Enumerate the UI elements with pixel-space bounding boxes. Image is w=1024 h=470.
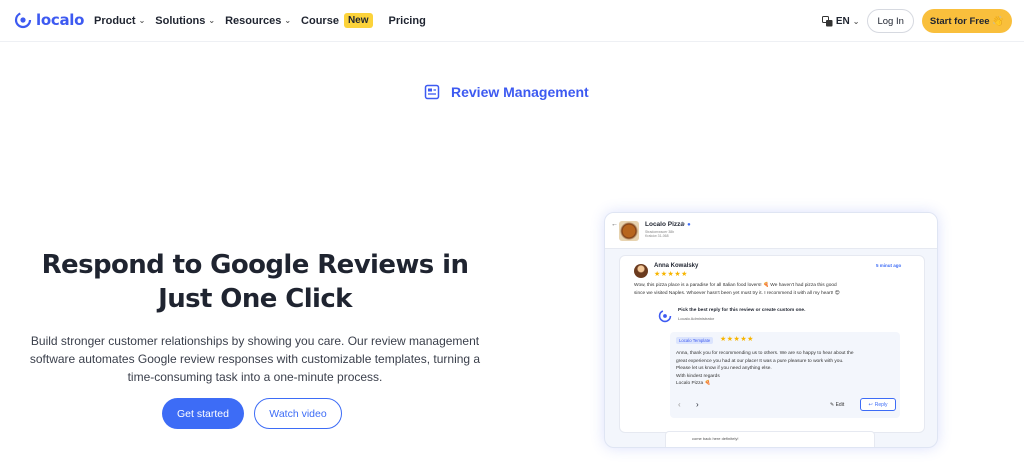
template-stars: ★★★★★ (720, 336, 754, 343)
menu-item-solutions[interactable]: Solutions ⌄ (155, 13, 215, 28)
template-line-3: Please let us know if you need anything … (676, 366, 772, 372)
hero-title-line-1: Respond to Google Reviews in (41, 250, 469, 280)
login-button[interactable]: Log In (867, 9, 914, 33)
hero-title-line-2: Just One Click (158, 284, 352, 314)
new-badge: New (343, 13, 373, 28)
review-time: 5 minut ago (876, 263, 902, 268)
review-text-line-1: Wow, this pizza place is a paradise for … (634, 283, 837, 288)
watch-video-button[interactable]: Watch video (254, 398, 342, 429)
localo-assistant-icon (658, 309, 672, 323)
back-arrow-icon: ← (611, 221, 618, 228)
reviewer-avatar (634, 264, 648, 278)
template-line-2: great experience you had at our place! I… (676, 358, 844, 364)
review-stars: ★★★★★ (654, 271, 688, 278)
hero-title: Respond to Google Reviews in Just One Cl… (20, 248, 490, 316)
reply-arrow-icon: ↩ (868, 401, 873, 408)
menu-item-label: Resources (225, 14, 282, 27)
business-name: Localo Pizza (645, 221, 685, 228)
edit-label: Edit (835, 402, 845, 408)
language-label: EN (835, 15, 850, 27)
menu-item-resources[interactable]: Resources ⌄ (225, 13, 291, 28)
review-text-line-2: since we visited Naples. Whoever hasn't … (634, 291, 840, 296)
section-label-text: Review Management (451, 84, 589, 100)
business-status-icons: ⚙ ● (680, 221, 691, 228)
main-menu: Product ⌄ Solutions ⌄ Resources ⌄ Course… (94, 13, 436, 28)
business-address-line-2: Kraków 31-068 (645, 234, 669, 238)
template-line-4: With kindest regards (676, 373, 720, 379)
mockup-business-header: ← Localo Pizza Stradomwscer 38b Kraków 3… (605, 213, 937, 249)
hero-subtitle: Build stronger customer relationships by… (20, 332, 490, 386)
menu-item-product[interactable]: Product ⌄ (94, 13, 145, 28)
next-review-card: come back here definitely! (665, 431, 875, 447)
template-line-1: Anna, thank you for recommending us to o… (676, 351, 854, 356)
previous-template-icon[interactable]: ‹ (678, 400, 681, 409)
section-label: Review Management (424, 84, 589, 100)
chevron-down-icon: ⌄ (138, 16, 146, 25)
localo-logo[interactable]: localo (14, 11, 84, 29)
localo-logo-icon (14, 11, 32, 29)
menu-item-pricing[interactable]: Pricing (389, 13, 426, 28)
chevron-down-icon: ⌄ (208, 16, 216, 25)
top-navigation: localo Product ⌄ Solutions ⌄ Resources ⌄… (0, 0, 1024, 42)
verified-icon: ● (687, 222, 691, 228)
review-app-mockup: ← Localo Pizza Stradomwscer 38b Kraków 3… (604, 212, 938, 448)
pencil-icon: ✎ (830, 402, 835, 408)
pick-reply-subtitle: Localo Administrator (678, 316, 715, 321)
menu-item-label: Product (94, 14, 136, 27)
review-card: Anna Kowalsky ★★★★★ 5 minut ago Wow, thi… (619, 255, 925, 433)
menu-item-course[interactable]: Course New (301, 13, 373, 28)
nav-actions: EN ⌄ Log In Start for Free 👋 (821, 9, 1012, 33)
review-text: Wow, this pizza place is a paradise for … (634, 282, 914, 298)
template-text: Anna, thank you for recommending us to o… (676, 350, 896, 388)
settings-icon: ⚙ (680, 222, 686, 228)
logo-text: localo (36, 11, 85, 29)
start-for-free-button[interactable]: Start for Free 👋 (921, 9, 1012, 33)
template-badge: Localo Template (676, 337, 714, 344)
reviewer-name: Anna Kowalsky (654, 263, 699, 269)
translate-icon (821, 15, 833, 26)
edit-template-button[interactable]: ✎ Edit (830, 402, 844, 408)
hero-subtitle-line-1: Build stronger customer relationships by… (30, 334, 480, 348)
document-list-icon (424, 84, 440, 100)
reply-button[interactable]: ↩ Reply (860, 398, 896, 411)
menu-item-label: Course (301, 14, 339, 27)
chevron-down-icon: ⌄ (852, 16, 860, 26)
reply-template: Localo Template ★★★★★ Anna, thank you fo… (670, 332, 900, 418)
hero-subtitle-line-2: software automates Google review respons… (29, 352, 481, 366)
hero-subtitle-line-3: time-consuming task into a one-minute pr… (127, 370, 383, 384)
reply-label: Reply (874, 401, 888, 408)
business-address: Stradomwscer 38b Kraków 31-068 (645, 230, 674, 238)
language-selector[interactable]: EN ⌄ (821, 15, 860, 27)
menu-item-label: Pricing (388, 14, 426, 27)
pick-reply-title: Pick the best reply for this review or c… (678, 308, 806, 313)
menu-item-label: Solutions (155, 14, 206, 27)
next-review-text: come back here definitely! (692, 436, 739, 441)
next-template-icon[interactable]: › (696, 400, 699, 409)
chevron-down-icon: ⌄ (284, 16, 292, 25)
get-started-button[interactable]: Get started (162, 398, 244, 429)
pizza-thumbnail (619, 221, 639, 241)
template-line-5: Localo Pizza 🍕 (676, 381, 711, 387)
